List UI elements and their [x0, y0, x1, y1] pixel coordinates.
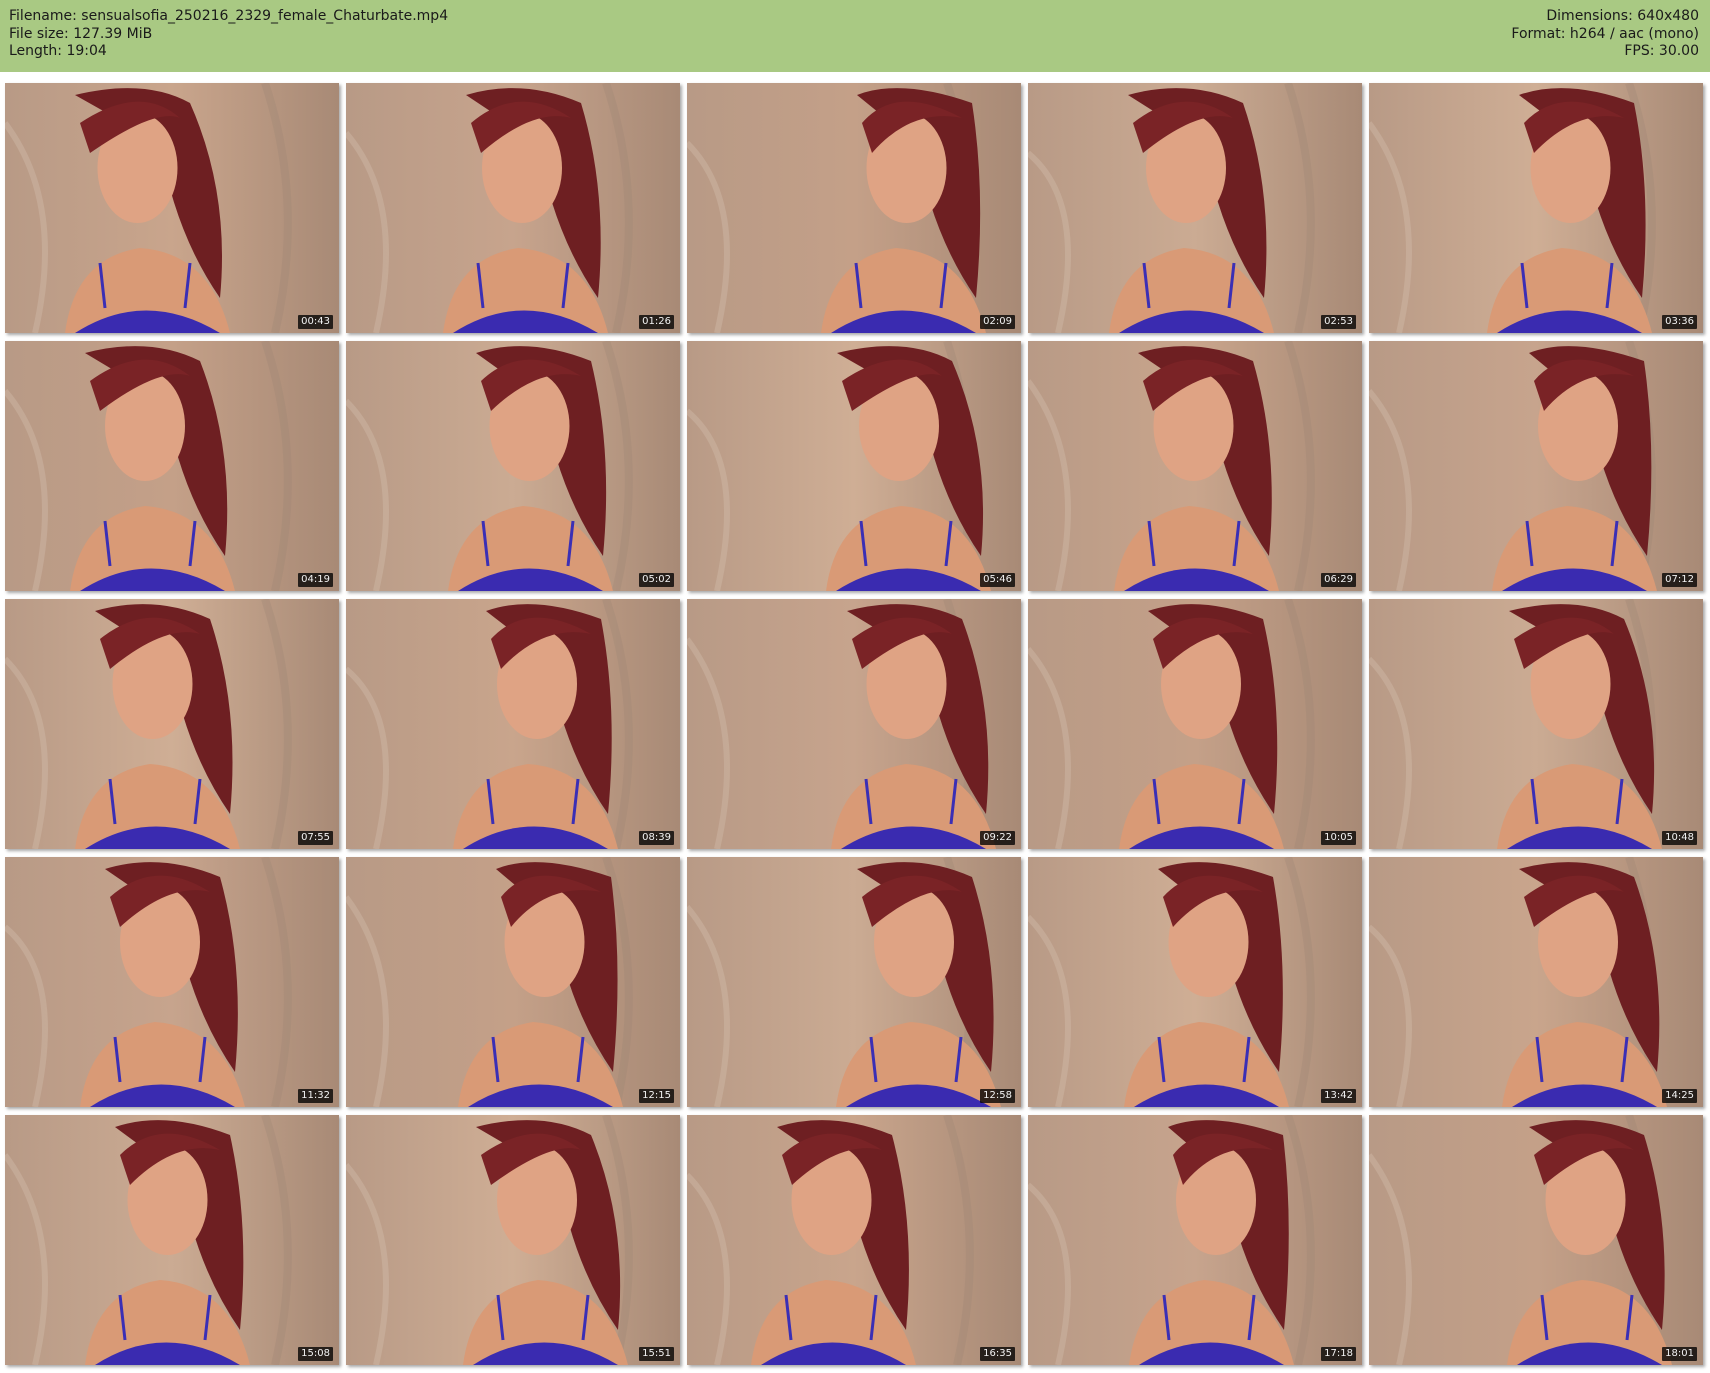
timestamp-label: 01:26	[639, 315, 674, 329]
timestamp-label: 15:51	[639, 1347, 674, 1361]
timestamp-label: 09:22	[980, 831, 1015, 845]
frame-image	[5, 341, 339, 591]
video-frame-thumbnail: 16:35	[687, 1115, 1021, 1365]
video-frame-thumbnail: 12:58	[687, 857, 1021, 1107]
timestamp-label: 12:58	[980, 1089, 1015, 1103]
video-frame-thumbnail: 13:42	[1028, 857, 1362, 1107]
video-frame-thumbnail: 10:05	[1028, 599, 1362, 849]
frame-image	[687, 857, 1021, 1107]
video-frame-thumbnail: 04:19	[5, 341, 339, 591]
frame-image	[346, 599, 680, 849]
frame-image	[1369, 857, 1703, 1107]
timestamp-label: 05:46	[980, 573, 1015, 587]
video-frame-thumbnail: 11:32	[5, 857, 339, 1107]
filesize-text: File size: 127.39 MiB	[9, 25, 153, 42]
video-frame-thumbnail: 00:43	[5, 83, 339, 333]
frame-image	[687, 599, 1021, 849]
frame-image	[687, 1115, 1021, 1365]
frame-image	[1369, 83, 1703, 333]
timestamp-label: 12:15	[639, 1089, 674, 1103]
video-frame-thumbnail: 17:18	[1028, 1115, 1362, 1365]
frame-image	[687, 83, 1021, 333]
timestamp-label: 03:36	[1662, 315, 1697, 329]
fps-text: FPS: 30.00	[1624, 43, 1699, 59]
frame-image	[346, 83, 680, 333]
dimensions-text: Dimensions: 640x480	[1546, 8, 1699, 24]
frame-image	[346, 857, 680, 1107]
frame-image	[5, 1115, 339, 1365]
video-frame-thumbnail: 14:25	[1369, 857, 1703, 1107]
timestamp-label: 14:25	[1662, 1089, 1697, 1103]
timestamp-label: 17:18	[1321, 1347, 1356, 1361]
length-text: Length: 19:04	[9, 43, 107, 59]
video-frame-thumbnail: 09:22	[687, 599, 1021, 849]
frame-image	[346, 1115, 680, 1365]
timestamp-label: 16:35	[980, 1347, 1015, 1361]
timestamp-label: 05:02	[639, 573, 674, 587]
frame-image	[1028, 857, 1362, 1107]
timestamp-label: 07:12	[1662, 573, 1697, 587]
timestamp-label: 04:19	[298, 573, 333, 587]
frame-image	[1028, 83, 1362, 333]
video-frame-thumbnail: 05:02	[346, 341, 680, 591]
video-frame-thumbnail: 18:01	[1369, 1115, 1703, 1365]
info-header: Filename: sensualsofia_250216_2329_femal…	[0, 0, 1710, 72]
video-frame-thumbnail: 15:08	[5, 1115, 339, 1365]
video-frame-thumbnail: 10:48	[1369, 599, 1703, 849]
frame-image	[1369, 341, 1703, 591]
video-frame-thumbnail: 07:55	[5, 599, 339, 849]
video-frame-thumbnail: 02:09	[687, 83, 1021, 333]
timestamp-label: 15:08	[298, 1347, 333, 1361]
timestamp-label: 00:43	[298, 315, 333, 329]
timestamp-label: 18:01	[1662, 1347, 1697, 1361]
thumbnail-grid: 00:43 01:26 02:09 02:53 03:36 04:19 05:02 05:46…	[0, 82, 1710, 1373]
frame-image	[1028, 599, 1362, 849]
frame-image	[1369, 1115, 1703, 1365]
video-frame-thumbnail: 03:36	[1369, 83, 1703, 333]
frame-image	[1369, 599, 1703, 849]
filename-text: Filename: sensualsofia_250216_2329_femal…	[9, 8, 449, 24]
frame-image	[5, 857, 339, 1107]
frame-image	[5, 599, 339, 849]
video-frame-thumbnail: 01:26	[346, 83, 680, 333]
file-info: Filename: sensualsofia_250216_2329_femal…	[9, 8, 448, 61]
frame-image	[1028, 341, 1362, 591]
format-text: Format: h264 / aac (mono)	[1511, 25, 1699, 42]
video-frame-thumbnail: 12:15	[346, 857, 680, 1107]
timestamp-label: 10:48	[1662, 831, 1697, 845]
timestamp-label: 13:42	[1321, 1089, 1356, 1103]
video-frame-thumbnail: 06:29	[1028, 341, 1362, 591]
timestamp-label: 08:39	[639, 831, 674, 845]
frame-image	[687, 341, 1021, 591]
frame-image	[346, 341, 680, 591]
frame-image	[1028, 1115, 1362, 1365]
video-frame-thumbnail: 15:51	[346, 1115, 680, 1365]
stream-info: Dimensions: 640x480 Format: h264 / aac (…	[1511, 8, 1699, 61]
video-frame-thumbnail: 02:53	[1028, 83, 1362, 333]
timestamp-label: 10:05	[1321, 831, 1356, 845]
frame-image	[5, 83, 339, 333]
timestamp-label: 11:32	[298, 1089, 333, 1103]
timestamp-label: 06:29	[1321, 573, 1356, 587]
video-frame-thumbnail: 05:46	[687, 341, 1021, 591]
timestamp-label: 02:09	[980, 315, 1015, 329]
timestamp-label: 07:55	[298, 831, 333, 845]
video-frame-thumbnail: 08:39	[346, 599, 680, 849]
timestamp-label: 02:53	[1321, 315, 1356, 329]
video-frame-thumbnail: 07:12	[1369, 341, 1703, 591]
